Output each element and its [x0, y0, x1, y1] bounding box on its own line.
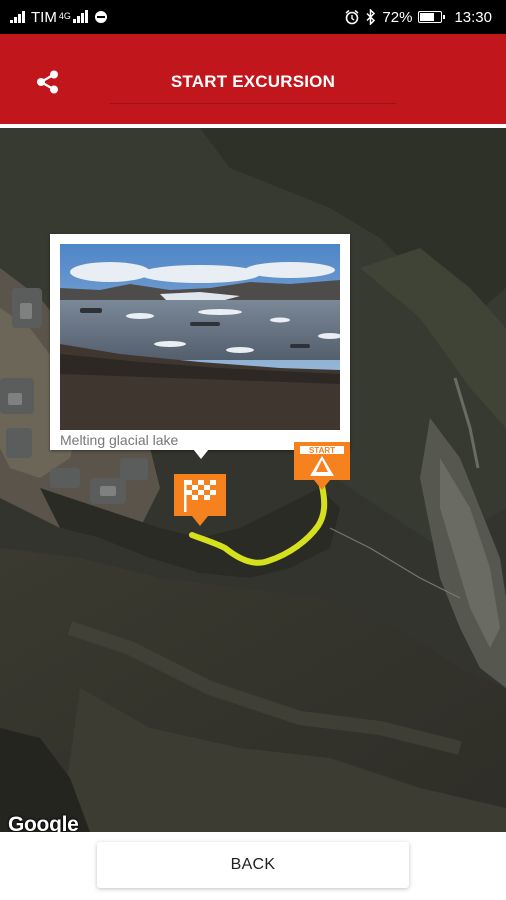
finish-marker[interactable] [172, 472, 228, 528]
alarm-icon [345, 9, 359, 25]
data-saver-icon [94, 11, 107, 23]
bluetooth-icon [366, 9, 376, 25]
cell-signal-icon [72, 10, 88, 23]
status-bar-right: 72% 13:30 [344, 9, 492, 26]
callout-pointer [193, 449, 209, 459]
start-marker[interactable]: START [294, 440, 350, 496]
battery-percent: 72% [382, 8, 413, 26]
callout-caption: Melting glacial lake [60, 432, 179, 448]
share-button[interactable] [28, 62, 68, 102]
share-icon [37, 70, 58, 94]
carrier-name: TIM [31, 8, 57, 26]
status-bar-left: TIM 4G [10, 9, 108, 26]
network-type: 4G [58, 10, 71, 21]
bottom-bar: BACK [0, 832, 506, 900]
start-sign-icon: START [294, 442, 350, 490]
start-marker-label: START [309, 446, 335, 455]
clock: 13:30 [454, 8, 492, 26]
glacial-lake-photo [60, 244, 340, 430]
battery-icon [418, 11, 446, 23]
point-of-interest-callout[interactable]: Melting glacial lake [50, 234, 350, 459]
app-header: START EXCURSION [0, 34, 506, 124]
start-excursion-button[interactable]: START EXCURSION [110, 60, 396, 104]
status-bar: TIM 4G 72% 13:30 [0, 0, 506, 34]
back-button[interactable]: BACK [97, 842, 409, 888]
checkered-flag-icon [174, 474, 226, 526]
satellite-map[interactable]: Melting glacial lake START Google [0, 128, 506, 832]
google-attribution: Google [8, 813, 79, 832]
signal-icon [10, 11, 25, 23]
